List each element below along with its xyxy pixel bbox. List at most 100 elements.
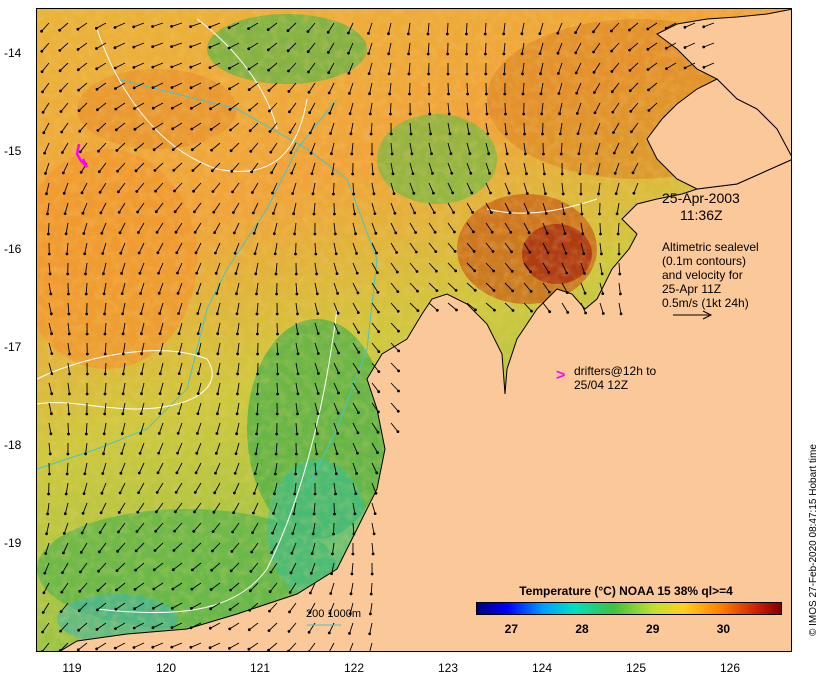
velocity-arrow-head <box>371 172 375 176</box>
velocity-arrow-head <box>377 390 381 394</box>
velocity-arrow-head <box>646 27 650 31</box>
velocity-arrow-head <box>232 511 236 514</box>
velocity-arrow-head <box>538 52 542 55</box>
velocity-arrow-head <box>565 291 569 294</box>
velocity-arrow-head <box>154 210 158 214</box>
velocity-arrow-head <box>435 269 438 273</box>
velocity-arrow-head <box>592 30 595 34</box>
velocity-arrow-head <box>138 271 142 275</box>
velocity-arrow-head <box>174 490 178 494</box>
latitude-label: -19 <box>4 536 22 550</box>
velocity-arrow-head <box>268 130 272 133</box>
velocity-arrow-head <box>276 392 279 396</box>
velocity-arrow-head <box>190 127 194 131</box>
isobath-legend-label: 200 1000m <box>306 608 362 620</box>
velocity-arrow-head <box>44 172 47 175</box>
velocity-arrow-head <box>394 231 398 235</box>
velocity-arrow-head <box>445 32 449 36</box>
velocity-arrow-head <box>377 370 381 373</box>
velocity-arrow-head <box>140 372 143 376</box>
velocity-arrow-head <box>215 432 219 435</box>
velocity-arrow-head <box>273 492 276 496</box>
velocity-arrow-head <box>192 189 196 193</box>
velocity-arrow-head <box>275 312 279 316</box>
velocity-arrow-head <box>428 112 432 116</box>
velocity-arrow-head <box>350 572 354 576</box>
velocity-arrow-head <box>558 112 561 116</box>
velocity-arrow-head <box>76 27 80 31</box>
velocity-arrow <box>523 122 525 135</box>
velocity-arrow-head <box>194 471 198 475</box>
velocity-arrow-head <box>249 570 253 573</box>
velocity-arrow-head <box>347 31 350 35</box>
velocity-arrow-head <box>332 532 335 536</box>
velocity-arrow-head <box>229 569 233 573</box>
longitude-label: 119 <box>62 661 82 675</box>
velocity-arrow-head <box>254 272 258 276</box>
velocity-arrow-head <box>256 352 259 356</box>
velocity-arrow-head <box>114 87 117 90</box>
velocity-arrow-head <box>268 609 271 613</box>
velocity-arrow-head <box>113 646 117 650</box>
velocity-arrow-head <box>291 532 295 535</box>
velocity-arrow-head <box>581 232 585 236</box>
velocity-arrow-head <box>329 132 332 135</box>
velocity-arrow-head <box>455 308 458 312</box>
velocity-arrow-head <box>211 530 215 533</box>
velocity-arrow-head <box>579 192 583 196</box>
velocity-arrow-head <box>85 412 89 416</box>
velocity-arrow-head <box>81 511 85 515</box>
velocity-arrow-head <box>372 192 376 196</box>
velocity-arrow-head <box>491 250 495 253</box>
velocity-arrow-head <box>446 52 449 56</box>
velocity-arrow-head <box>596 172 599 176</box>
velocity-arrow-head <box>327 71 331 74</box>
velocity-arrow-head <box>613 171 617 175</box>
velocity-arrow-head <box>236 352 240 356</box>
velocity-arrow-head <box>214 451 218 455</box>
velocity-arrow-head <box>114 607 118 611</box>
velocity-arrow-head <box>79 551 83 554</box>
velocity-arrow-head <box>236 372 240 376</box>
velocity-arrow-head <box>276 352 280 356</box>
velocity-arrow-head <box>564 251 568 255</box>
velocity-arrow-head <box>331 172 334 176</box>
velocity-arrow-head <box>316 412 320 415</box>
velocity-arrow <box>67 422 69 435</box>
velocity-arrow-head <box>115 149 119 152</box>
velocity-arrow-head <box>248 589 252 593</box>
velocity-arrow-head <box>334 252 338 256</box>
map-area[interactable] <box>36 8 792 652</box>
velocity-arrow-head <box>426 32 430 36</box>
velocity-arrow <box>465 22 468 35</box>
velocity-arrow-head <box>547 290 551 294</box>
velocity-arrow-head <box>575 112 579 115</box>
velocity-arrow-head <box>114 107 118 111</box>
velocity-arrow-head <box>171 148 175 152</box>
velocity-arrow-head <box>294 272 298 276</box>
velocity-arrow-head <box>273 252 277 256</box>
velocity-arrow-head <box>601 312 605 315</box>
altimetry-line-4: 25-Apr 11Z <box>662 282 722 296</box>
velocity-arrow <box>276 382 279 395</box>
velocity-arrow-head <box>557 92 561 95</box>
velocity-arrow-head <box>139 412 143 415</box>
velocity-arrow-head <box>618 272 622 276</box>
velocity-arrow-head <box>152 568 156 572</box>
velocity-arrow-head <box>177 312 181 315</box>
velocity-arrow-head <box>388 92 392 96</box>
velocity-arrow-head <box>157 271 160 275</box>
velocity-arrow-head <box>502 72 506 76</box>
velocity-arrow-head <box>556 31 560 35</box>
velocity-arrow-head <box>309 151 313 155</box>
velocity-arrow-head <box>121 392 125 396</box>
velocity-arrow-head <box>547 271 551 274</box>
velocity-arrow-head <box>600 252 603 256</box>
velocity-arrow-head <box>82 232 86 235</box>
velocity-arrow-head <box>173 189 176 193</box>
velocity-arrow-head <box>170 106 174 110</box>
velocity-arrow-head <box>448 132 452 136</box>
velocity-arrow-head <box>426 52 430 56</box>
velocity-arrow-head <box>565 271 569 275</box>
velocity-arrow-head <box>43 151 46 155</box>
